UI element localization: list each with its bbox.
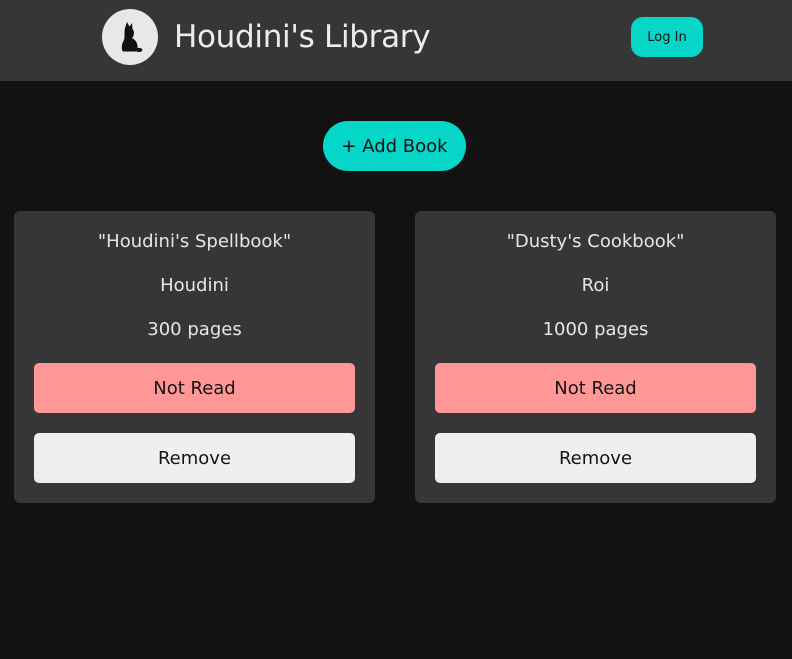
book-card: "Houdini's Spellbook" Houdini 300 pages … — [14, 211, 375, 503]
login-button[interactable]: Log In — [631, 17, 703, 57]
add-book-button[interactable]: + Add Book — [323, 121, 466, 171]
book-title: "Houdini's Spellbook" — [97, 231, 292, 252]
read-status-button[interactable]: Not Read — [435, 363, 756, 413]
remove-button[interactable]: Remove — [435, 433, 756, 483]
app-title: Houdini's Library — [174, 19, 431, 55]
book-card: "Dusty's Cookbook" Roi 1000 pages Not Re… — [415, 211, 776, 503]
logo — [102, 9, 158, 65]
book-title: "Dusty's Cookbook" — [506, 231, 685, 252]
book-author: Houdini — [160, 275, 229, 296]
remove-button[interactable]: Remove — [34, 433, 355, 483]
read-status-button[interactable]: Not Read — [34, 363, 355, 413]
book-author: Roi — [581, 275, 610, 296]
app-header: Houdini's Library Log In — [0, 0, 792, 81]
cat-icon — [121, 22, 143, 52]
book-pages: 300 pages — [147, 319, 242, 340]
book-pages: 1000 pages — [542, 319, 649, 340]
